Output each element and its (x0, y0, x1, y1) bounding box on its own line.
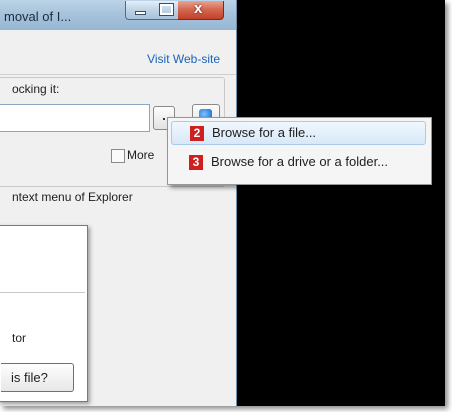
more-checkbox[interactable] (111, 149, 125, 163)
more-label: More (127, 148, 155, 162)
context-menu-label: ntext menu of Explorer (12, 190, 133, 204)
step-badge: 3 (189, 155, 203, 170)
window-client-area: Visit Web-site ocking it: More ntext men… (0, 30, 236, 406)
close-button[interactable]: x (178, 0, 224, 20)
step-badge: 2 (190, 126, 204, 141)
title-bar: moval of I... x (0, 0, 236, 30)
file-question-button[interactable]: is file? (1, 363, 74, 392)
list-divider (0, 292, 85, 293)
app-window: moval of I... x Visit Web-site ocking it… (0, 0, 237, 406)
maximize-icon (159, 3, 174, 16)
ellipsis-icon (163, 118, 165, 120)
visit-website-link[interactable]: Visit Web-site (147, 52, 220, 66)
minimize-button[interactable] (125, 1, 154, 20)
menu-item-browse-folder[interactable]: 3 Browse for a drive or a folder... (171, 150, 426, 174)
close-icon: x (194, 0, 203, 17)
maximize-button[interactable] (152, 1, 179, 20)
menu-item-label: Browse for a drive or a folder... (211, 154, 389, 169)
screenshot-frame: moval of I... x Visit Web-site ocking it… (0, 0, 445, 406)
browse-dropdown-menu: 2 Browse for a file... 3 Browse for a dr… (167, 117, 432, 185)
tor-label: tor (12, 331, 27, 345)
divider (0, 74, 236, 75)
window-title: moval of I... (4, 9, 72, 24)
path-input[interactable] (0, 104, 150, 132)
menu-item-label: Browse for a file... (212, 125, 317, 140)
locking-label: ocking it: (12, 82, 60, 96)
menu-item-browse-file[interactable]: 2 Browse for a file... (171, 121, 426, 145)
minimize-icon (135, 11, 146, 15)
file-question-label: is file? (11, 370, 48, 385)
